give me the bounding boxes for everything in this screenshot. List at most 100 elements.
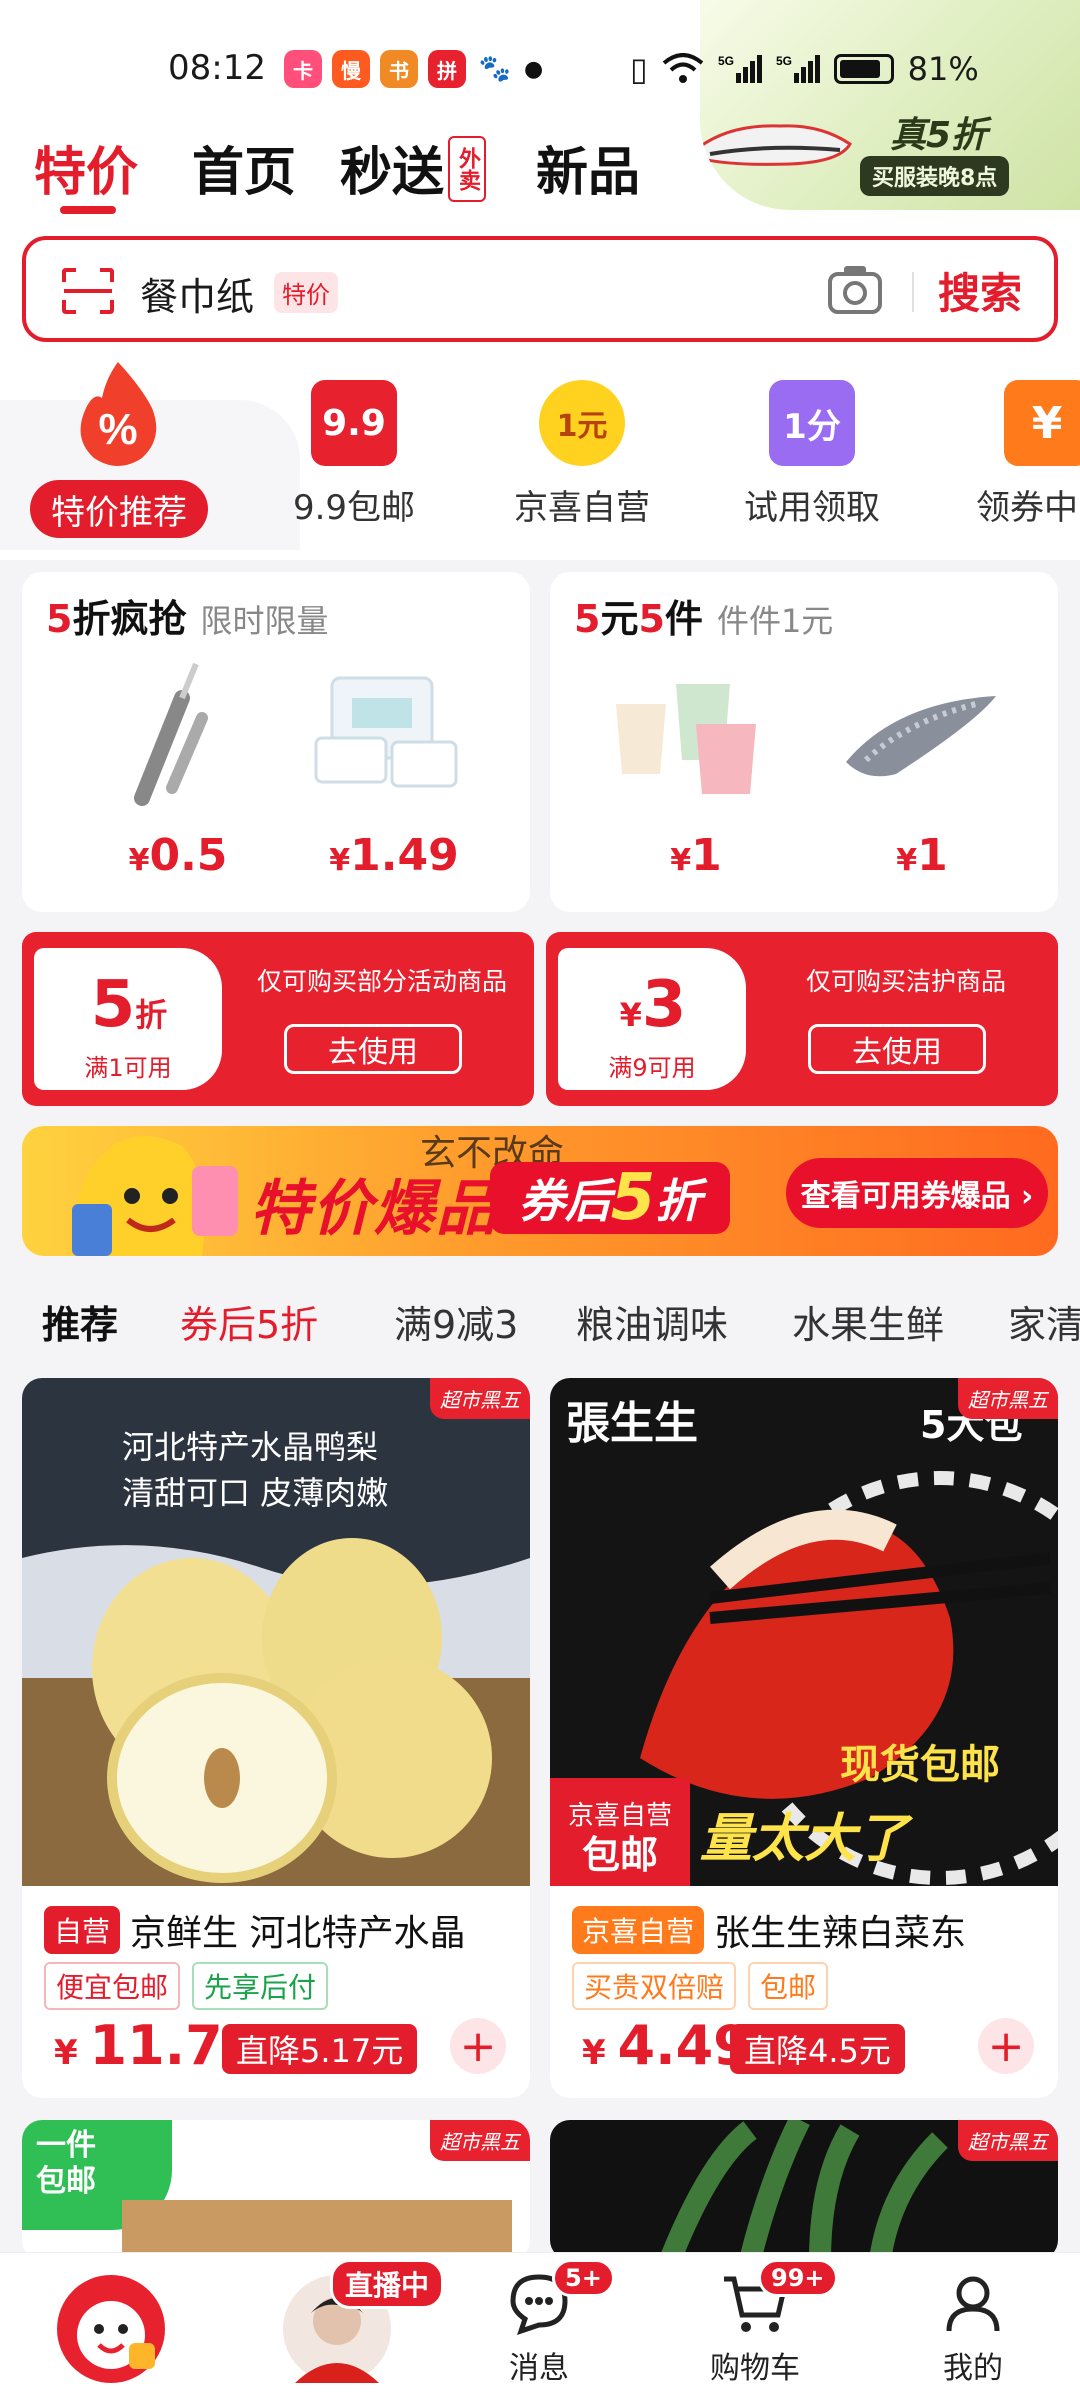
tab-tejia[interactable]: 特价 [34, 130, 138, 205]
pen-item[interactable] [112, 658, 232, 808]
app-icon-2: 慢 [332, 50, 370, 88]
baidu-icon: 🐾 [476, 50, 514, 88]
product-card-pear[interactable]: 河北特产水晶鸭梨 清甜可口 皮薄肉嫩 超市黑五 自营 京鲜生 河北特产水晶 便宜包… [22, 1378, 530, 2098]
category-label: 京喜自营 [514, 488, 650, 528]
coupon-use-button[interactable]: 去使用 [808, 1024, 986, 1074]
image-caption: 河北特产水晶鸭梨 [122, 1428, 378, 1466]
promo-tag: 买服装晚8点 [860, 156, 1010, 196]
product-labels: 便宜包邮 先享后付 [44, 1962, 329, 2010]
filter-tab-fruit[interactable]: 水果生鲜 [792, 1294, 944, 1349]
bottom-nav: 直播中 消息 5+ 购物车 99+ 我的 [0, 2252, 1080, 2400]
search-tag: 特价 [274, 272, 338, 313]
product-label: 买贵双倍赔 [572, 1962, 737, 2010]
battery-icon [833, 54, 894, 84]
product-card-4[interactable]: 超市黑五 [550, 2120, 1058, 2260]
active-tab-indicator [60, 206, 116, 214]
waimai-badge: 外卖 [448, 136, 486, 202]
tab-home[interactable]: 首页 [192, 130, 296, 205]
promo-headline: 真5折 [890, 115, 988, 156]
category-label: 试用领取 [744, 488, 880, 528]
product-price: ¥ 4.49 [582, 2014, 751, 2077]
one-fen-icon: 1分 [769, 380, 855, 466]
hairclip-item[interactable] [836, 682, 1006, 782]
tab-new[interactable]: 新品 [536, 130, 640, 205]
coupon-three-yuan[interactable]: ¥3 满9可用 仅可购买洁护商品 去使用 [546, 932, 1058, 1106]
banner-coupon: 券后 5 折 [490, 1161, 730, 1235]
discount-fire-icon[interactable]: % [72, 358, 164, 468]
coupon-half-price[interactable]: 5折 满1可用 仅可购买部分活动商品 去使用 [22, 932, 534, 1106]
add-to-cart-icon[interactable]: + [450, 2018, 506, 2074]
category-9-9[interactable]: 9.9 9.9包邮 [244, 380, 464, 529]
tab-miaosong[interactable]: 秒送 [340, 130, 444, 205]
category-jingxi[interactable]: 1元 京喜自营 [472, 380, 692, 529]
product-card-3[interactable]: 一件 包邮 超市黑五 [22, 2120, 530, 2260]
deal-price: ¥0.5 [128, 830, 228, 881]
yuan-coupon-icon: ¥ [1004, 380, 1080, 466]
product-label: 便宜包邮 [44, 1962, 181, 2010]
svg-text:%: % [98, 405, 137, 454]
messages-badge: 5+ [552, 2259, 615, 2297]
search-bar[interactable]: 餐巾纸 特价 搜索 [22, 236, 1058, 342]
profile-tab[interactable]: 我的 [898, 2271, 1048, 2387]
deal-card-five-yuan[interactable]: 5元5件 件件1元 ¥1 ¥1 [550, 572, 1058, 912]
signal-icon: 5G [718, 54, 762, 83]
product-image-pear[interactable]: 河北特产水晶鸭梨 清甜可口 皮薄肉嫩 [22, 1378, 530, 1886]
svg-text:5G: 5G [776, 54, 792, 68]
tissue-item[interactable] [312, 668, 462, 798]
filter-tab-recommend[interactable]: 推荐 [42, 1294, 118, 1349]
wifi-icon [662, 53, 703, 83]
svg-text:量太大了: 量太大了 [700, 1809, 914, 1869]
scan-icon[interactable] [60, 266, 116, 316]
camera-icon[interactable] [826, 262, 884, 318]
product-card-kimchi[interactable]: 張生生 5大包 现货包邮 量太大了 京喜自营 包邮 超市黑五 京喜自营 张生生辣白… [550, 1378, 1058, 2098]
add-to-cart-icon[interactable]: + [978, 2018, 1034, 2074]
category-active-label[interactable]: 特价推荐 [30, 480, 208, 538]
category-coupon[interactable]: ¥ 领券中 [924, 380, 1080, 529]
cart-badge: 99+ [758, 2259, 838, 2297]
cups-item[interactable] [606, 664, 776, 804]
app-icon-4: 拼 [428, 50, 466, 88]
product-name: 自营 京鲜生 河北特产水晶 [44, 1904, 524, 1956]
coupon-desc: 仅可购买部分活动商品 [256, 967, 507, 996]
product-name: 京喜自营 张生生辣白菜东 [572, 1904, 1052, 1956]
search-button[interactable]: 搜索 [938, 260, 1022, 321]
banner-view-button[interactable]: 查看可用券爆品 › [786, 1158, 1048, 1228]
search-input[interactable]: 餐巾纸 [140, 266, 254, 321]
filter-tab-full-reduce[interactable]: 满9减3 [394, 1294, 518, 1349]
deal-price: ¥1 [670, 830, 722, 881]
vibrate-icon: ▯ [630, 50, 648, 88]
jd-home-tab[interactable] [36, 2273, 186, 2393]
filter-tab-cleaning[interactable]: 家清 [1008, 1294, 1080, 1349]
svg-text:5G: 5G [718, 54, 734, 68]
product-image-kimchi[interactable]: 張生生 5大包 现货包邮 量太大了 京喜自营 包邮 [550, 1378, 1058, 1886]
profile-label: 我的 [943, 2351, 1003, 2386]
filter-tab-coupon-half[interactable]: 券后5折 [180, 1294, 318, 1349]
deal-price: ¥1 [896, 830, 948, 881]
status-app-icons: 卡 慢 书 拼 🐾 ● [284, 50, 543, 88]
category-label: 领券中 [976, 488, 1078, 528]
sneaker-icon [700, 124, 852, 166]
product-label: 包邮 [748, 1962, 829, 2010]
coupon-use-button[interactable]: 去使用 [284, 1024, 462, 1074]
signal-icon-2: 5G [776, 54, 820, 83]
coupon-value: 5折 [90, 968, 168, 1042]
deal-card-half-price[interactable]: 5折疯抢 限时限量 ¥0.5 ¥1.49 [22, 572, 530, 912]
coupon-stub: ¥3 满9可用 [558, 948, 746, 1090]
dot-icon: ● [524, 56, 544, 82]
filter-tab-grain-oil[interactable]: 粮油调味 [576, 1294, 728, 1349]
product-labels: 买贵双倍赔 包邮 [572, 1962, 829, 2010]
battery-percent: 81% [907, 50, 979, 88]
corner-tag: 超市黑五 [958, 2120, 1058, 2161]
coupon-desc: 仅可购买洁护商品 [805, 967, 1006, 996]
promo-corner-banner[interactable]: 真5折 买服装晚8点 [700, 0, 1080, 210]
jd-mascot-icon [57, 2275, 165, 2383]
deal-price: ¥1.49 [329, 830, 459, 881]
status-time: 08:12 [168, 48, 266, 88]
user-icon [946, 2276, 1000, 2332]
price-drop-badge: 直降5.17元 [222, 2024, 418, 2074]
coupon-condition: 满9可用 [608, 1054, 696, 1082]
deal-title: 5元5件 件件1元 [574, 597, 834, 641]
app-icon-3: 书 [380, 50, 418, 88]
corner-tag: 超市黑五 [430, 1378, 530, 1419]
category-trial[interactable]: 1分 试用领取 [702, 380, 922, 529]
